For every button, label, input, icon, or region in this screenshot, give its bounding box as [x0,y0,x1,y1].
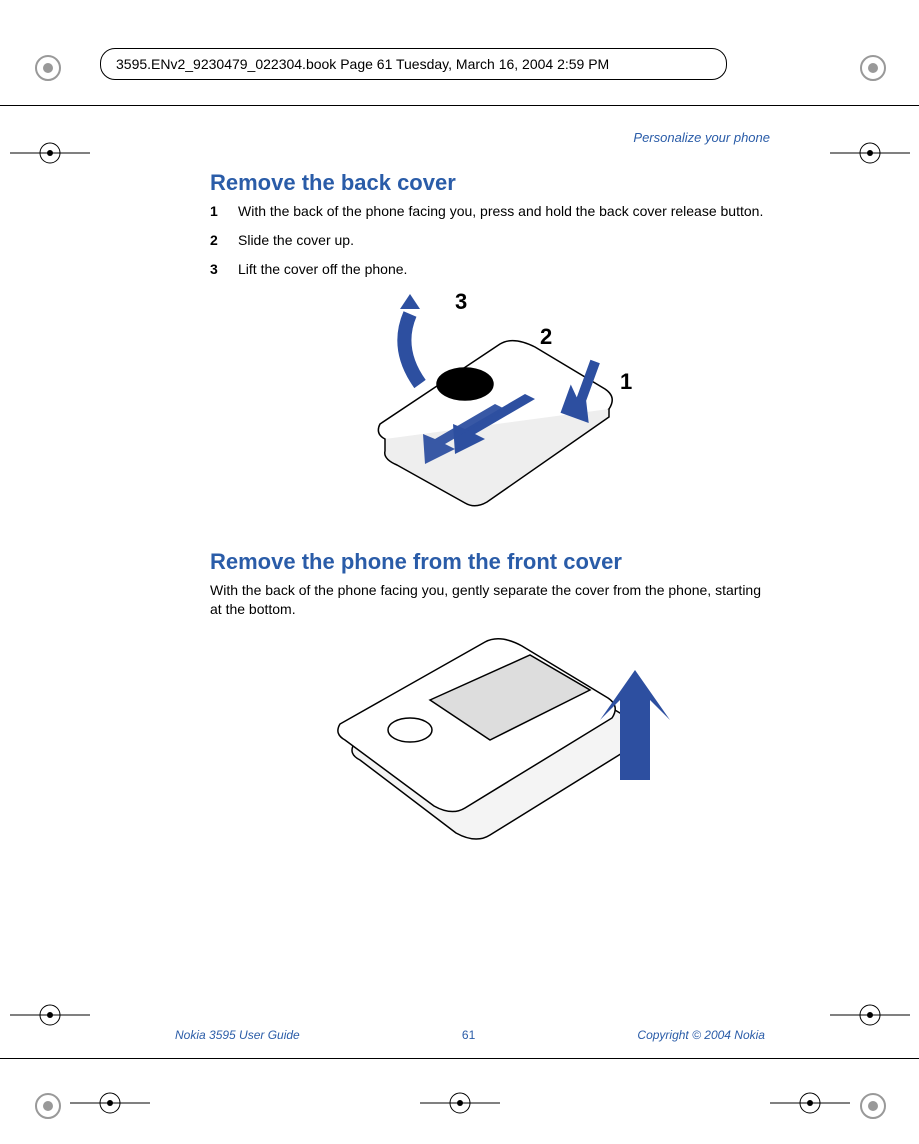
step-text: With the back of the phone facing you, p… [238,202,770,221]
step-item: 2 Slide the cover up. [210,231,770,250]
step-item: 1 With the back of the phone facing you,… [210,202,770,221]
crosshair-mark-icon [70,1088,150,1118]
callout-2: 2 [540,324,552,349]
step-number: 3 [210,260,238,279]
document-print-header: 3595.ENv2_9230479_022304.book Page 61 Tu… [100,48,727,80]
registration-mark-icon [855,50,891,86]
footer-copyright: Copyright © 2004 Nokia [637,1028,765,1042]
step-number: 1 [210,202,238,221]
step-number: 2 [210,231,238,250]
running-header: Personalize your phone [210,130,770,145]
registration-mark-icon [30,50,66,86]
step-text: Lift the cover off the phone. [238,260,770,279]
document-print-header-text: 3595.ENv2_9230479_022304.book Page 61 Tu… [116,56,609,72]
page-content: Personalize your phone Remove the back c… [210,130,770,900]
crosshair-mark-icon [420,1088,500,1118]
illustration-remove-front-cover [210,630,770,870]
page-bottom-rule [0,1058,919,1059]
callout-3: 3 [455,289,467,314]
crosshair-mark-icon [830,138,910,168]
crosshair-mark-icon [770,1088,850,1118]
footer-guide-name: Nokia 3595 User Guide [175,1028,300,1042]
crosshair-mark-icon [10,138,90,168]
page-footer: Nokia 3595 User Guide 61 Copyright © 200… [175,1028,765,1042]
section-title-remove-back-cover: Remove the back cover [210,170,770,196]
step-text: Slide the cover up. [238,231,770,250]
callout-1: 1 [620,369,632,394]
registration-mark-icon [855,1088,891,1124]
step-item: 3 Lift the cover off the phone. [210,260,770,279]
page-top-rule [0,105,919,106]
crosshair-mark-icon [10,1000,90,1030]
section-body-text: With the back of the phone facing you, g… [210,581,770,619]
footer-page-number: 61 [462,1028,475,1042]
registration-mark-icon [30,1088,66,1124]
section-title-remove-front-cover: Remove the phone from the front cover [210,549,770,575]
illustration-remove-back-cover: 3 2 1 [210,289,770,519]
crosshair-mark-icon [830,1000,910,1030]
